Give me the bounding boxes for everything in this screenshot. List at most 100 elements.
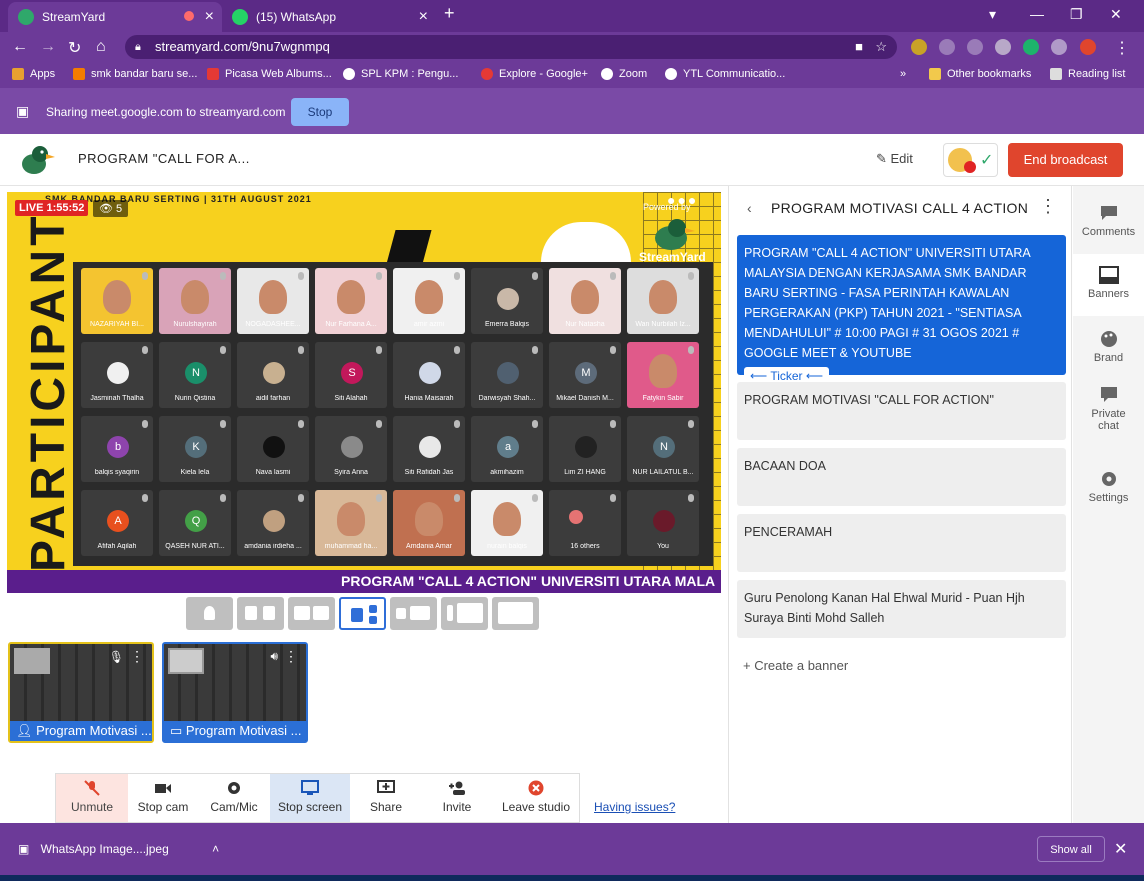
participant-video xyxy=(649,354,677,388)
create-banner-button[interactable]: + Create a banner xyxy=(743,658,848,673)
cam-mic-button[interactable]: Cam/Mic xyxy=(198,774,270,822)
participant-name: Amdania Amar xyxy=(406,543,452,550)
rail-settings[interactable]: Settings xyxy=(1073,470,1144,504)
rail-private-chat[interactable]: Private chat xyxy=(1073,386,1144,432)
unmute-button[interactable]: Unmute xyxy=(56,774,128,822)
os-taskbar xyxy=(0,875,1144,881)
close-window-icon[interactable]: ✕ xyxy=(1110,6,1122,23)
end-broadcast-button[interactable]: End broadcast xyxy=(1008,143,1123,177)
screenshot-extension-icon[interactable] xyxy=(967,39,983,55)
tab-whatsapp[interactable]: (15) WhatsApp × xyxy=(222,2,436,32)
muted-mic-icon xyxy=(688,420,694,428)
destination-avatar[interactable]: ✓ xyxy=(943,143,998,177)
share-button[interactable]: Share xyxy=(350,774,422,822)
restore-icon[interactable]: ❐ xyxy=(1070,6,1083,23)
close-download-bar-icon[interactable]: ✕ xyxy=(1114,839,1127,859)
banner-item[interactable]: BACAAN DOA xyxy=(737,448,1066,506)
having-issues-link[interactable]: Having issues? xyxy=(594,800,675,814)
broadcast-title[interactable]: PROGRAM "CALL FOR A... xyxy=(78,151,250,166)
thumb-menu-icon[interactable]: ⋮ xyxy=(284,648,298,665)
show-all-button[interactable]: Show all xyxy=(1037,836,1105,862)
download-item[interactable]: ▣ WhatsApp Image....jpeg ˄ xyxy=(18,842,219,856)
grammarly-icon[interactable] xyxy=(1023,39,1039,55)
participant-name: Hania Maisarah xyxy=(404,395,454,402)
reading-list-icon xyxy=(1050,68,1062,80)
participant-name: Nurulshayirah xyxy=(173,321,217,328)
chevron-up-icon[interactable]: ˄ xyxy=(212,842,219,856)
participant-name: You xyxy=(657,543,669,550)
participant-photo xyxy=(419,436,441,458)
muted-mic-icon xyxy=(454,420,460,428)
tab-search-icon[interactable]: ▾ xyxy=(989,6,996,23)
close-tab-icon[interactable]: × xyxy=(419,8,428,26)
pen-extension-icon[interactable] xyxy=(939,39,955,55)
back-icon[interactable]: ← xyxy=(12,38,28,56)
stop-sharing-button[interactable]: Stop xyxy=(291,98,349,126)
bookmark-ytl[interactable]: YTL Communicatio... xyxy=(665,68,785,80)
rail-comments[interactable]: Comments xyxy=(1073,204,1144,238)
stop-cam-button[interactable]: Stop cam xyxy=(128,774,198,822)
participant-avatar: N xyxy=(185,362,207,384)
bookmark-spl[interactable]: SPL KPM : Pengu... xyxy=(343,68,458,80)
participant-name: muhammad ha... xyxy=(324,543,378,550)
capture-extension-icon[interactable] xyxy=(995,39,1011,55)
stop-screen-button[interactable]: Stop screen xyxy=(270,774,350,822)
layout-screen-full[interactable] xyxy=(492,597,539,630)
layout-screen-sidebar[interactable] xyxy=(441,597,488,630)
speaker-icon[interactable]: 🔊︎ xyxy=(270,649,278,664)
layout-leader[interactable] xyxy=(339,597,386,630)
participant-name: 16 others xyxy=(570,543,600,550)
source-thumb-screen-2[interactable]: 🔊︎ ⋮ ▭ Program Motivasi ... xyxy=(162,642,308,743)
forward-icon[interactable]: → xyxy=(40,38,56,56)
muted-mic-icon[interactable]: 🎙︎ xyxy=(109,650,124,664)
bookmark-other[interactable]: Other bookmarks xyxy=(929,68,1031,80)
muted-mic-icon xyxy=(376,420,382,428)
muted-mic-icon xyxy=(532,272,538,280)
bookmark-picasa[interactable]: Picasa Web Albums... xyxy=(207,68,332,80)
bookmark-label: » xyxy=(900,68,907,80)
browser-menu-icon[interactable]: ⋮ xyxy=(1114,38,1130,58)
invite-button[interactable]: Invite xyxy=(422,774,492,822)
camera-icon[interactable]: ■ xyxy=(855,35,863,59)
more-options-icon[interactable]: ●●● xyxy=(667,192,698,208)
layout-solo[interactable] xyxy=(186,597,233,630)
minimize-icon[interactable]: — xyxy=(1030,6,1044,22)
panel-menu-icon[interactable]: ⋮ xyxy=(1039,196,1057,217)
home-icon[interactable]: ⌂ xyxy=(96,38,106,56)
banner-item[interactable]: PROGRAM MOTIVASI "CALL FOR ACTION" xyxy=(737,382,1066,440)
bookmarks-overflow[interactable]: » xyxy=(900,68,906,80)
extension-icon[interactable] xyxy=(911,39,927,55)
layout-group[interactable] xyxy=(288,597,335,630)
close-tab-icon[interactable]: × xyxy=(205,8,214,26)
bookmark-apps[interactable]: Apps xyxy=(12,68,55,80)
chevron-left-icon[interactable]: ‹ xyxy=(747,200,752,216)
edit-button[interactable]: ✎ Edit xyxy=(876,151,913,167)
muted-mic-icon xyxy=(376,272,382,280)
participant-avatar: N xyxy=(653,436,675,458)
bookmark-star-icon[interactable]: ☆ xyxy=(875,35,887,59)
layout-thin[interactable] xyxy=(237,597,284,630)
bookmark-reading-list[interactable]: Reading list xyxy=(1050,68,1125,80)
bookmark-zoom[interactable]: Zoom xyxy=(601,68,647,80)
reload-icon[interactable]: ↻ xyxy=(68,38,81,58)
url-input[interactable]: 🔒︎ streamyard.com/9nu7wgnmpq ■ ☆ xyxy=(125,35,897,59)
rail-brand[interactable]: Brand xyxy=(1073,330,1144,364)
banner-item[interactable]: Guru Penolong Kanan Hal Ehwal Murid - Pu… xyxy=(737,580,1066,638)
rail-banners[interactable]: Banners xyxy=(1073,254,1144,316)
layout-screen-person[interactable] xyxy=(390,597,437,630)
leave-studio-button[interactable]: Leave studio xyxy=(492,774,580,822)
new-tab-icon[interactable]: + xyxy=(444,3,455,24)
puzzle-extensions-icon[interactable] xyxy=(1051,39,1067,55)
banner-item[interactable]: PENCERAMAH xyxy=(737,514,1066,572)
banner-item-active[interactable]: PROGRAM "CALL 4 ACTION" UNIVERSITI UTARA… xyxy=(737,235,1066,385)
globe-icon xyxy=(665,68,677,80)
bookmark-google-plus[interactable]: Explore - Google+ xyxy=(481,68,588,80)
source-thumb-screen-1[interactable]: 🎙︎ ⋮ 👤︎ Program Motivasi ... xyxy=(8,642,154,743)
profile-avatar-icon[interactable] xyxy=(1080,39,1096,55)
bookmark-smk[interactable]: smk bandar baru se... xyxy=(73,68,197,80)
tab-streamyard[interactable]: StreamYard × xyxy=(8,2,222,32)
muted-mic-icon xyxy=(298,346,304,354)
school-crest xyxy=(541,222,631,262)
panel-header: ‹ PROGRAM MOTIVASI CALL 4 ACTION ⋮ xyxy=(729,186,1073,230)
thumb-menu-icon[interactable]: ⋮ xyxy=(130,648,144,665)
